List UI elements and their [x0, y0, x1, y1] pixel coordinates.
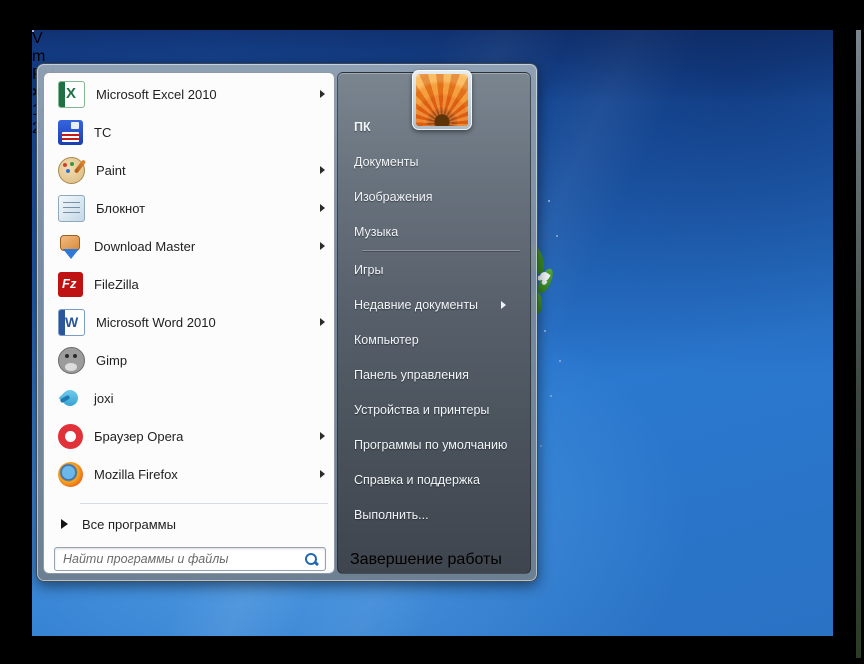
right-item-devices-printers[interactable]: Устройства и принтеры: [341, 392, 527, 427]
right-item-music[interactable]: Музыка: [341, 214, 527, 249]
right-item-default-programs[interactable]: Программы по умолчанию: [341, 427, 527, 462]
start-menu-item-download-master[interactable]: Download Master: [49, 227, 329, 265]
screen-edge-strip: [856, 30, 861, 658]
right-item-recent-documents[interactable]: Недавние документы: [341, 287, 527, 322]
start-menu-item-gimp[interactable]: Gimp: [49, 341, 329, 379]
right-panel-separator: [362, 250, 520, 251]
download-master-icon: [58, 234, 83, 259]
item-label: Музыка: [354, 224, 399, 239]
start-menu-left-panel: Microsoft Excel 2010 TC Paint Блокнот Do…: [43, 72, 335, 574]
item-label: joxi: [94, 390, 114, 406]
item-label: Mozilla Firefox: [94, 466, 178, 482]
shutdown-label: Завершение работы: [350, 551, 502, 568]
all-programs-label: Все программы: [82, 516, 176, 532]
total-commander-icon: [58, 119, 83, 145]
word-icon: [58, 308, 85, 336]
avatar-flower-photo: [416, 74, 468, 126]
submenu-arrow-icon: [320, 242, 325, 250]
start-menu-item-notepad[interactable]: Блокнот: [49, 189, 329, 227]
item-label: Microsoft Word 2010: [96, 314, 216, 330]
item-label: Выполнить...: [354, 507, 429, 522]
search-box: [54, 547, 326, 571]
start-menu-item-joxi[interactable]: joxi: [49, 379, 329, 417]
right-item-computer[interactable]: Компьютер: [341, 322, 527, 357]
notepad-icon: [58, 194, 85, 222]
submenu-arrow-icon: [320, 166, 325, 174]
start-menu-item-filezilla[interactable]: FileZilla: [49, 265, 329, 303]
filezilla-icon: [58, 271, 83, 297]
right-item-pictures[interactable]: Изображения: [341, 179, 527, 214]
submenu-arrow-icon: [320, 432, 325, 440]
start-menu-item-word[interactable]: Microsoft Word 2010: [49, 303, 329, 341]
item-label: Программы по умолчанию: [354, 437, 508, 452]
right-item-help-support[interactable]: Справка и поддержка: [341, 462, 527, 497]
item-label: Игры: [354, 262, 384, 277]
submenu-arrow-icon: [320, 204, 325, 212]
item-label: Изображения: [354, 189, 433, 204]
start-menu-item-firefox[interactable]: Mozilla Firefox: [49, 455, 329, 493]
item-label: Панель управления: [354, 367, 469, 382]
user-avatar[interactable]: [412, 70, 472, 130]
right-item-control-panel[interactable]: Панель управления: [341, 357, 527, 392]
item-label: Gimp: [96, 352, 128, 368]
submenu-arrow-icon: [320, 318, 325, 326]
start-menu-right-panel: ПК Документы Изображения Музыка Игры Нед…: [337, 72, 531, 574]
start-menu-item-opera[interactable]: Браузер Opera: [49, 417, 329, 455]
item-label: Блокнот: [96, 200, 146, 216]
paint-icon: [58, 156, 85, 184]
start-menu: Microsoft Excel 2010 TC Paint Блокнот Do…: [36, 63, 538, 582]
item-label: Документы: [354, 154, 419, 169]
all-programs-item[interactable]: Все программы: [49, 509, 329, 539]
item-label: Paint: [96, 162, 126, 178]
wallpaper-sparkles: [32, 30, 34, 32]
annotation-badge-1: 1: [0, 0, 9, 17]
item-label: TC: [94, 124, 112, 140]
item-label: Компьютер: [354, 332, 419, 347]
left-panel-separator: [80, 503, 328, 504]
submenu-arrow-icon: [320, 90, 325, 98]
right-item-games[interactable]: Игры: [341, 252, 527, 287]
submenu-arrow-icon: [320, 470, 325, 478]
submenu-arrow-icon: [501, 300, 506, 309]
search-icon[interactable]: [304, 552, 319, 567]
start-menu-item-excel[interactable]: Microsoft Excel 2010: [49, 75, 329, 113]
shutdown-button[interactable]: Завершение работы: [350, 551, 502, 574]
item-label: Microsoft Excel 2010: [96, 86, 217, 102]
excel-icon: [58, 80, 85, 108]
right-item-documents[interactable]: Документы: [341, 144, 527, 179]
taskbar-vivaldi-icon[interactable]: V: [32, 30, 833, 48]
item-label: Download Master: [94, 238, 196, 254]
start-menu-item-tc[interactable]: TC: [49, 113, 329, 151]
search-input[interactable]: [61, 551, 304, 567]
opera-icon: [58, 423, 83, 449]
gimp-icon: [58, 346, 85, 374]
joxi-icon: [58, 386, 83, 411]
item-label: Браузер Opera: [94, 428, 184, 444]
item-label: ПК: [354, 119, 371, 134]
shutdown-control: Завершение работы: [350, 551, 502, 574]
desktop: Microsoft Excel 2010 TC Paint Блокнот Do…: [32, 30, 833, 636]
right-item-run[interactable]: Выполнить...: [341, 497, 527, 532]
item-label: Устройства и принтеры: [354, 402, 490, 417]
all-programs-arrow-icon: [61, 519, 68, 529]
item-label: Справка и поддержка: [354, 472, 480, 487]
start-menu-item-paint[interactable]: Paint: [49, 151, 329, 189]
item-label: FileZilla: [94, 276, 139, 292]
item-label: Недавние документы: [354, 297, 479, 312]
firefox-icon: [58, 461, 83, 487]
